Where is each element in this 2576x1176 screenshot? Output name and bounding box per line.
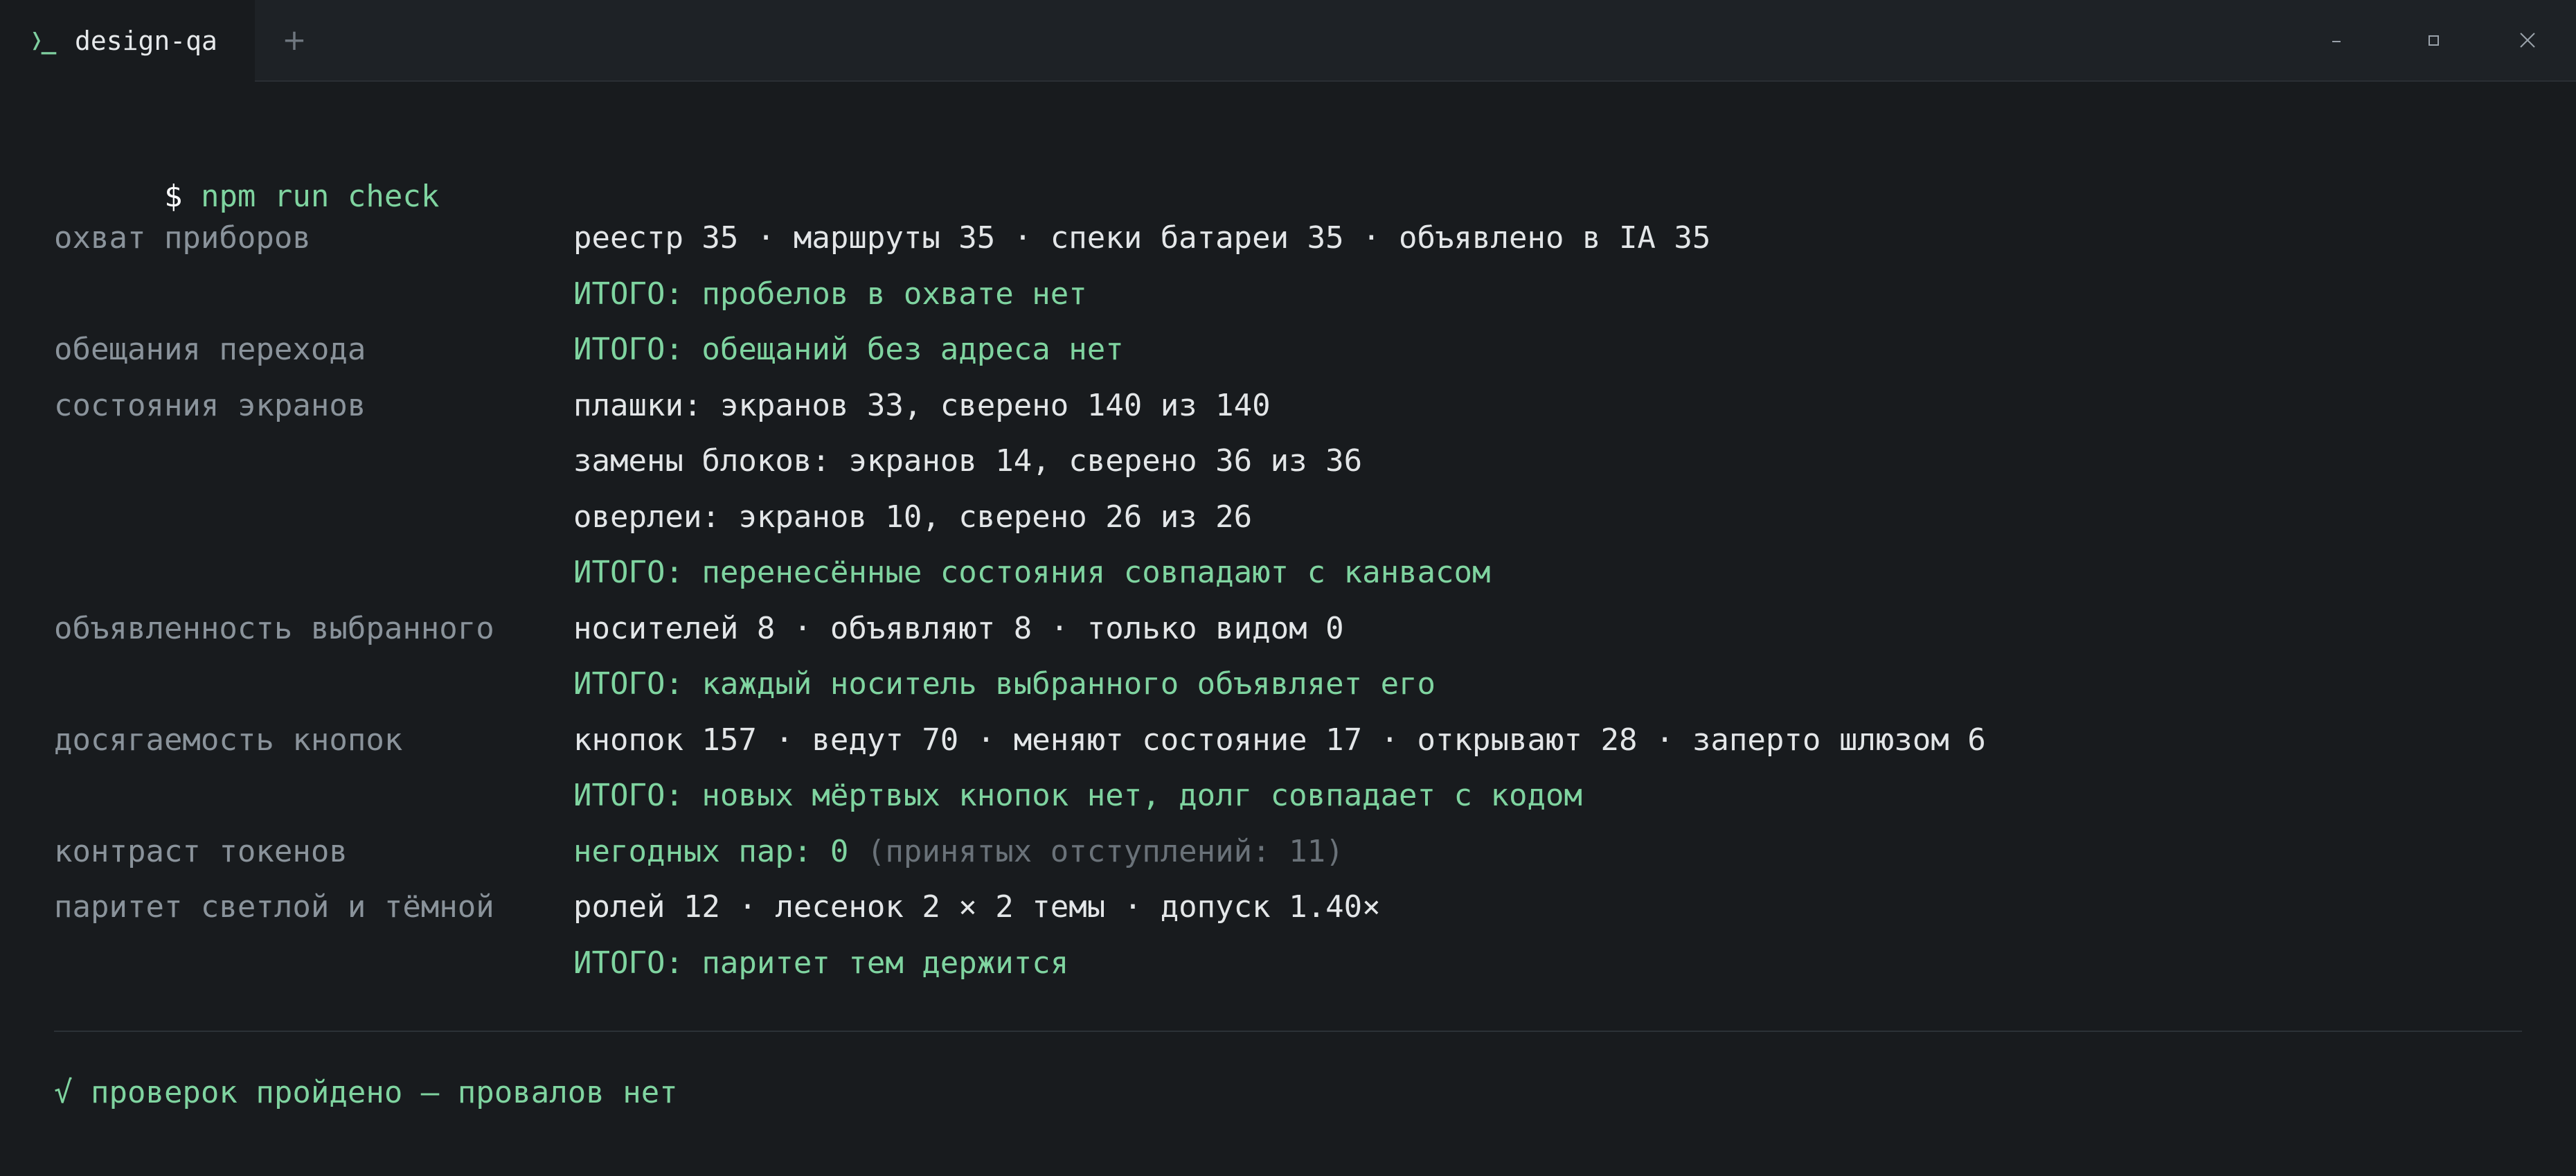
check-text: замены блоков: экранов 14, сверено 36 из… [573, 443, 1363, 479]
check-label: объявленность выбранного [54, 611, 494, 646]
check-label: контраст токенов [54, 834, 348, 869]
check-detail: реестр 35 · маршруты 35 · спеки батареи … [573, 217, 1710, 259]
check-label: паритет светлой и тёмной [54, 889, 494, 925]
check-text: кнопок 157 · ведут 70 · меняют состояние… [573, 722, 1986, 758]
terminal-icon: ❭_ [29, 26, 56, 55]
check-row: контраст токенов негодных пар: 0 (приняты… [54, 831, 2522, 873]
maximize-icon [2429, 35, 2439, 46]
divider [54, 1031, 2522, 1032]
check-result: ИТОГО: паритет тем держится [573, 943, 1068, 984]
tab-title: design-qa [75, 26, 217, 56]
check-detail: оверлеи: экранов 10, сверено 26 из 26 [573, 497, 1252, 538]
check-row: оверлеи: экранов 10, сверено 26 из 26 [54, 497, 2522, 538]
check-row: ИТОГО: новых мёртвых кнопок нет, долг со… [54, 775, 2522, 817]
terminal-window: ❭_ design-qa + $ npm run check охват при… [0, 0, 2576, 1176]
check-row: замены блоков: экранов 14, сверено 36 из… [54, 440, 2522, 482]
check-text: ИТОГО: новых мёртвых кнопок нет, долг со… [573, 778, 1582, 813]
check-label: состояния экранов [54, 388, 366, 423]
check-result: ИТОГО: пробелов в охвате нет [573, 274, 1087, 315]
check-text: ИТОГО: пробелов в охвате нет [573, 276, 1087, 312]
tab-design-qa[interactable]: ❭_ design-qa [0, 0, 255, 82]
check-text: негодных пар: 0 [573, 834, 849, 869]
check-row: охват приборов реестр 35 · маршруты 35 · … [54, 217, 2522, 259]
check-label: обещания перехода [54, 332, 366, 367]
check-row: паритет светлой и тёмной ролей 12 · лесен… [54, 887, 2522, 928]
minimize-icon [2332, 41, 2341, 42]
maximize-button[interactable] [2413, 21, 2454, 60]
check-row: состояния экранов плашки: экранов 33, све… [54, 385, 2522, 427]
check-text: плашки: экранов 33, сверено 140 из 140 [573, 388, 1271, 423]
check-text: ИТОГО: каждый носитель выбранного объявл… [573, 666, 1436, 702]
check-result: ИТОГО: новых мёртвых кнопок нет, долг со… [573, 775, 1582, 817]
check-row: ИТОГО: перенесённые состояния совпадают … [54, 552, 2522, 594]
check-note: (принятых отступлений: 11) [848, 834, 1344, 869]
check-text: носителей 8 · объявляют 8 · только видом… [573, 611, 1344, 646]
check-detail: плашки: экранов 33, сверено 140 из 140 [573, 385, 1271, 427]
summary-line: √ проверок пройдено — провалов нет [54, 1075, 678, 1110]
close-icon [2520, 33, 2535, 48]
check-text: ИТОГО: паритет тем держится [573, 945, 1069, 981]
check-row: ИТОГО: паритет тем держится [54, 943, 2522, 984]
check-detail: замены блоков: экранов 14, сверено 36 из… [573, 440, 1362, 482]
check-text: ролей 12 · лесенок 2 × 2 темы · допуск 1… [573, 889, 1381, 925]
prompt-symbol: $ [163, 179, 183, 214]
check-result: ИТОГО: каждый носитель выбранного объявл… [573, 663, 1435, 705]
check-text: ИТОГО: обещаний без адреса нет [573, 332, 1124, 367]
check-label: охват приборов [54, 220, 311, 256]
check-label: досягаемость кнопок [54, 722, 403, 758]
minimize-button[interactable] [2316, 21, 2357, 60]
check-row: обещания перехода ИТОГО: обещаний без адр… [54, 329, 2522, 371]
prompt-line: $ npm run check [54, 134, 439, 214]
check-result: ИТОГО: перенесённые состояния совпадают … [573, 552, 1491, 594]
check-result: ИТОГО: обещаний без адреса нет [573, 329, 1124, 371]
check-detail: ролей 12 · лесенок 2 × 2 темы · допуск 1… [573, 887, 1381, 928]
check-row: объявленность выбранного носителей 8 · об… [54, 608, 2522, 650]
check-detail: носителей 8 · объявляют 8 · только видом… [573, 608, 1344, 650]
check-row: ИТОГО: каждый носитель выбранного объявл… [54, 663, 2522, 705]
check-text: ИТОГО: перенесённые состояния совпадают … [573, 555, 1491, 590]
check-result: негодных пар: 0 (принятых отступлений: 1… [573, 831, 1344, 873]
check-row: ИТОГО: пробелов в охвате нет [54, 274, 2522, 315]
check-text: реестр 35 · маршруты 35 · спеки батареи … [573, 220, 1711, 256]
check-text: оверлеи: экранов 10, сверено 26 из 26 [573, 499, 1253, 535]
title-bar: ❭_ design-qa + [0, 0, 2576, 82]
new-tab-button[interactable]: + [277, 21, 312, 60]
close-button[interactable] [2507, 21, 2548, 60]
check-row: досягаемость кнопок кнопок 157 · ведут 70… [54, 720, 2522, 761]
command-text: npm run check [200, 179, 440, 214]
check-detail: кнопок 157 · ведут 70 · меняют состояние… [573, 720, 1986, 761]
